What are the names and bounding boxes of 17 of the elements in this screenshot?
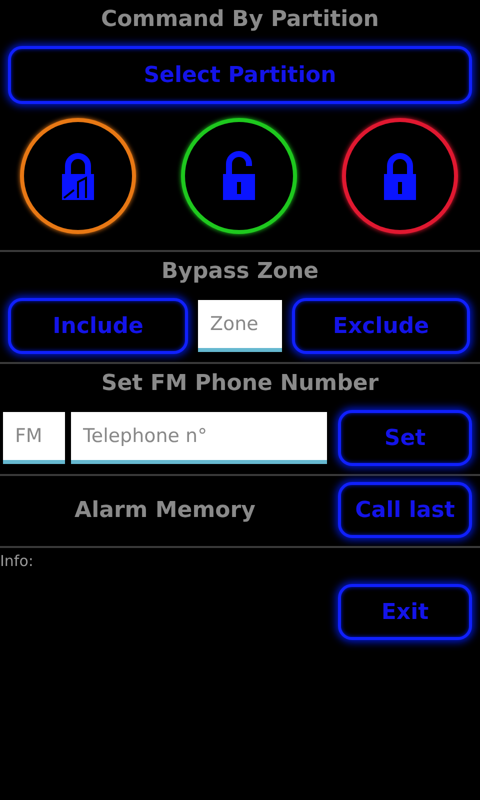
lock-button[interactable] [181,118,297,234]
lock-button[interactable] [342,118,458,234]
info-label: Info: [0,552,34,570]
set-button[interactable]: Set [338,410,472,466]
exclude-button[interactable]: Exclude [292,298,470,354]
call-last-button[interactable]: Call last [338,482,472,538]
lock-button[interactable] [20,118,136,234]
include-button[interactable]: Include [8,298,188,354]
section-title: Set FM Phone Number [100,370,380,398]
exit-button[interactable]: Exit [338,584,472,640]
phone-number-field[interactable]: Telephone n° [71,412,327,464]
zone-field[interactable]: Zone [198,300,282,352]
prefix-field[interactable]: FM [3,412,65,464]
screen-title: Command By Partition [100,6,380,34]
section-title: Alarm Memory [74,498,256,522]
select-partition-button[interactable]: Select Partition [8,46,472,104]
section-title: Bypass Zone [160,258,320,286]
